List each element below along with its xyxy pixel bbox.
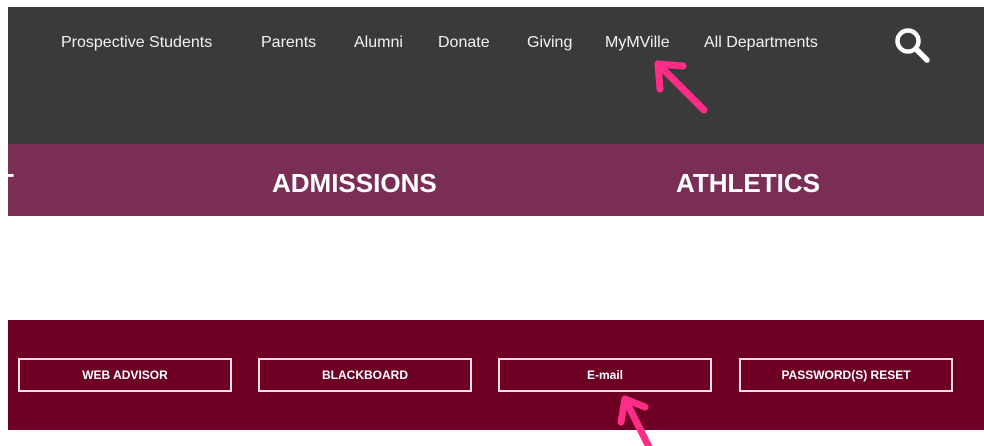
web-advisor-button[interactable]: WEB ADVISOR (18, 358, 232, 392)
search-icon[interactable] (892, 25, 932, 65)
nav-link-mymville[interactable]: MyMVille (605, 34, 670, 52)
blackboard-button[interactable]: BLACKBOARD (258, 358, 472, 392)
nav-link-prospective-students[interactable]: Prospective Students (61, 34, 212, 52)
nav-link-alumni[interactable]: Alumni (354, 34, 403, 52)
main-nav-bar: T ADMISSIONS ATHLETICS (8, 144, 984, 216)
top-nav-bar: Prospective Students Parents Alumni Dona… (8, 7, 984, 144)
nav-link-giving[interactable]: Giving (527, 34, 572, 52)
nav-link-donate[interactable]: Donate (438, 34, 490, 52)
nav-link-parents[interactable]: Parents (261, 34, 316, 52)
nav-link-all-departments[interactable]: All Departments (704, 34, 818, 52)
main-nav-link-admissions[interactable]: ADMISSIONS (272, 168, 437, 199)
password-reset-button[interactable]: PASSWORD(S) RESET (739, 358, 953, 392)
main-nav-link-athletics[interactable]: ATHLETICS (676, 168, 820, 199)
main-nav-link-truncated[interactable]: T (8, 168, 14, 199)
email-button[interactable]: E-mail (498, 358, 712, 392)
quick-links-bar: WEB ADVISOR BLACKBOARD E-mail PASSWORD(S… (8, 320, 984, 430)
